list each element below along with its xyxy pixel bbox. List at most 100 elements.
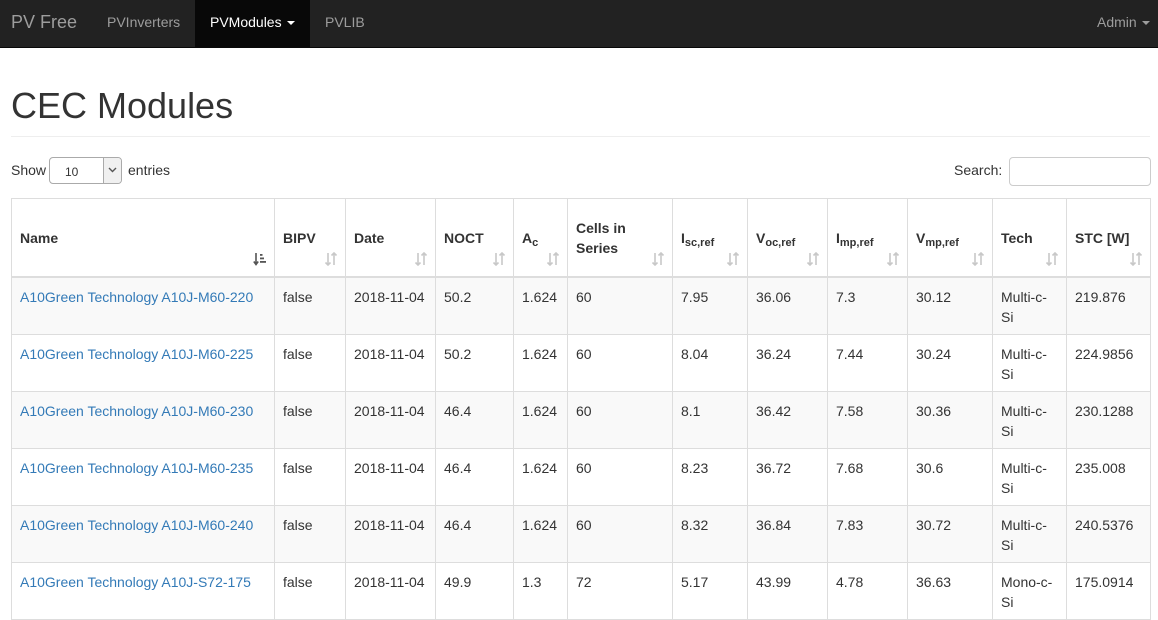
table-cell: 240.5376 [1066,504,1151,563]
table-cell: A10Green Technology A10J-M60-230 [11,390,275,449]
table-cell: 1.624 [513,504,568,563]
table-cell: 46.4 [435,504,514,563]
table-cell: 36.72 [747,447,828,506]
table-cell: Multi-c-Si [992,276,1067,335]
table-cell: 7.3 [827,276,908,335]
table-cell: 7.95 [672,276,748,335]
admin-dropdown[interactable]: Admin [1083,0,1150,47]
table-cell: Mono-c-Si [992,561,1067,620]
column-header[interactable]: NOCT [435,198,514,278]
column-header-subscript: mp,ref [925,236,959,249]
table-cell: 175.0914 [1066,561,1151,620]
table-cell: 30.6 [907,447,993,506]
select-arrow[interactable] [103,158,121,183]
table-row[interactable]: A10Green Technology A10J-M60-220 false 201… [11,276,1151,335]
column-header-label: Name [20,229,59,246]
sort-both-icon [414,252,428,266]
entries-select[interactable]: 10 [49,157,122,184]
table-cell: 1.624 [513,447,568,506]
column-header[interactable]: BIPV [274,198,346,278]
table-cell: 30.36 [907,390,993,449]
module-name-link[interactable]: A10Green Technology A10J-M60-240 [20,517,253,533]
table-cell: 46.4 [435,447,514,506]
show-label: Show [11,162,47,178]
modules-table: Name BIPV Date NOCT Ac Cells in Series Isc,ref… [11,198,1151,620]
table-cell: 2018-11-04 [345,504,436,563]
table-cell: 30.24 [907,333,993,392]
column-header[interactable]: STC [W] [1066,198,1151,278]
table-row[interactable]: A10Green Technology A10J-M60-225 false 201… [11,333,1151,392]
column-header[interactable]: Isc,ref [672,198,748,278]
column-header-label: A [522,229,533,246]
table-cell: A10Green Technology A10J-S72-175 [11,561,275,620]
column-header-label: V [756,229,766,246]
column-header[interactable]: Vmp,ref [907,198,993,278]
sort-both-icon [651,252,665,266]
module-name-link[interactable]: A10Green Technology A10J-M60-225 [20,346,253,362]
table-cell: 219.876 [1066,276,1151,335]
table-cell: 60 [567,390,673,449]
table-body: A10Green Technology A10J-M60-220 false 201… [11,276,1151,620]
column-header-subscript: c [532,236,539,249]
table-cell: 230.1288 [1066,390,1151,449]
sort-both-icon [971,252,985,266]
table-cell: 4.78 [827,561,908,620]
table-cell: 72 [567,561,673,620]
table-cell: false [274,447,346,506]
table-cell: 7.83 [827,504,908,563]
table-cell: 8.04 [672,333,748,392]
column-header-label: NOCT [444,229,484,246]
search-input[interactable] [1009,157,1151,186]
table-row[interactable]: A10Green Technology A10J-S72-175 false 201… [11,561,1151,620]
caret-down-icon [286,21,295,26]
table-row[interactable]: A10Green Technology A10J-M60-240 false 201… [11,504,1151,563]
column-header-subscript: oc,ref [765,236,796,249]
chevron-down-icon [108,167,117,173]
table-cell: 5.17 [672,561,748,620]
table-cell: 2018-11-04 [345,276,436,335]
table-cell: 7.44 [827,333,908,392]
module-name-link[interactable]: A10Green Technology A10J-M60-230 [20,403,253,419]
table-cell: Multi-c-Si [992,333,1067,392]
caret-down-icon [1141,21,1150,26]
column-header-subscript: mp,ref [839,236,874,249]
module-name-link[interactable]: A10Green Technology A10J-S72-175 [20,574,251,590]
brand-link[interactable]: PV Free [11,12,77,33]
search-label: Search: [954,162,1003,178]
nav-pvlib-label: PVLIB [325,14,365,30]
column-header[interactable]: Date [345,198,436,278]
entries-label: entries [128,162,171,178]
table-cell: 36.42 [747,390,828,449]
module-name-link[interactable]: A10Green Technology A10J-M60-220 [20,289,253,305]
table-cell: A10Green Technology A10J-M60-235 [11,447,275,506]
module-name-link[interactable]: A10Green Technology A10J-M60-235 [20,460,253,476]
column-header[interactable]: Ac [513,198,568,278]
table-row[interactable]: A10Green Technology A10J-M60-230 false 201… [11,390,1151,449]
column-header[interactable]: Cells in Series [567,198,673,278]
table-cell: 30.72 [907,504,993,563]
table-cell: 8.1 [672,390,748,449]
table-cell: 60 [567,333,673,392]
nav-pvinverters[interactable]: PVInverters [93,0,194,47]
nav-pvlib[interactable]: PVLIB [310,0,380,47]
table-cell: 2018-11-04 [345,447,436,506]
column-header[interactable]: Name [11,198,275,278]
nav-pvmodules-dropdown[interactable]: PVModules [195,0,310,47]
table-cell: A10Green Technology A10J-M60-225 [11,333,275,392]
table-cell: 2018-11-04 [345,333,436,392]
column-header[interactable]: Imp,ref [827,198,908,278]
table-row[interactable]: A10Green Technology A10J-M60-235 false 201… [11,447,1151,506]
sort-both-icon [1045,252,1059,266]
sort-both-icon [726,252,740,266]
column-header[interactable]: Voc,ref [747,198,828,278]
sort-both-icon [492,252,506,266]
sort-both-icon [546,252,560,266]
column-header-subscript: sc,ref [684,236,715,249]
table-cell: 43.99 [747,561,828,620]
table-cell: false [274,390,346,449]
table-cell: 36.84 [747,504,828,563]
table-cell: A10Green Technology A10J-M60-220 [11,276,275,335]
table-cell: 36.63 [907,561,993,620]
table-cell: Multi-c-Si [992,447,1067,506]
column-header[interactable]: Tech [992,198,1067,278]
